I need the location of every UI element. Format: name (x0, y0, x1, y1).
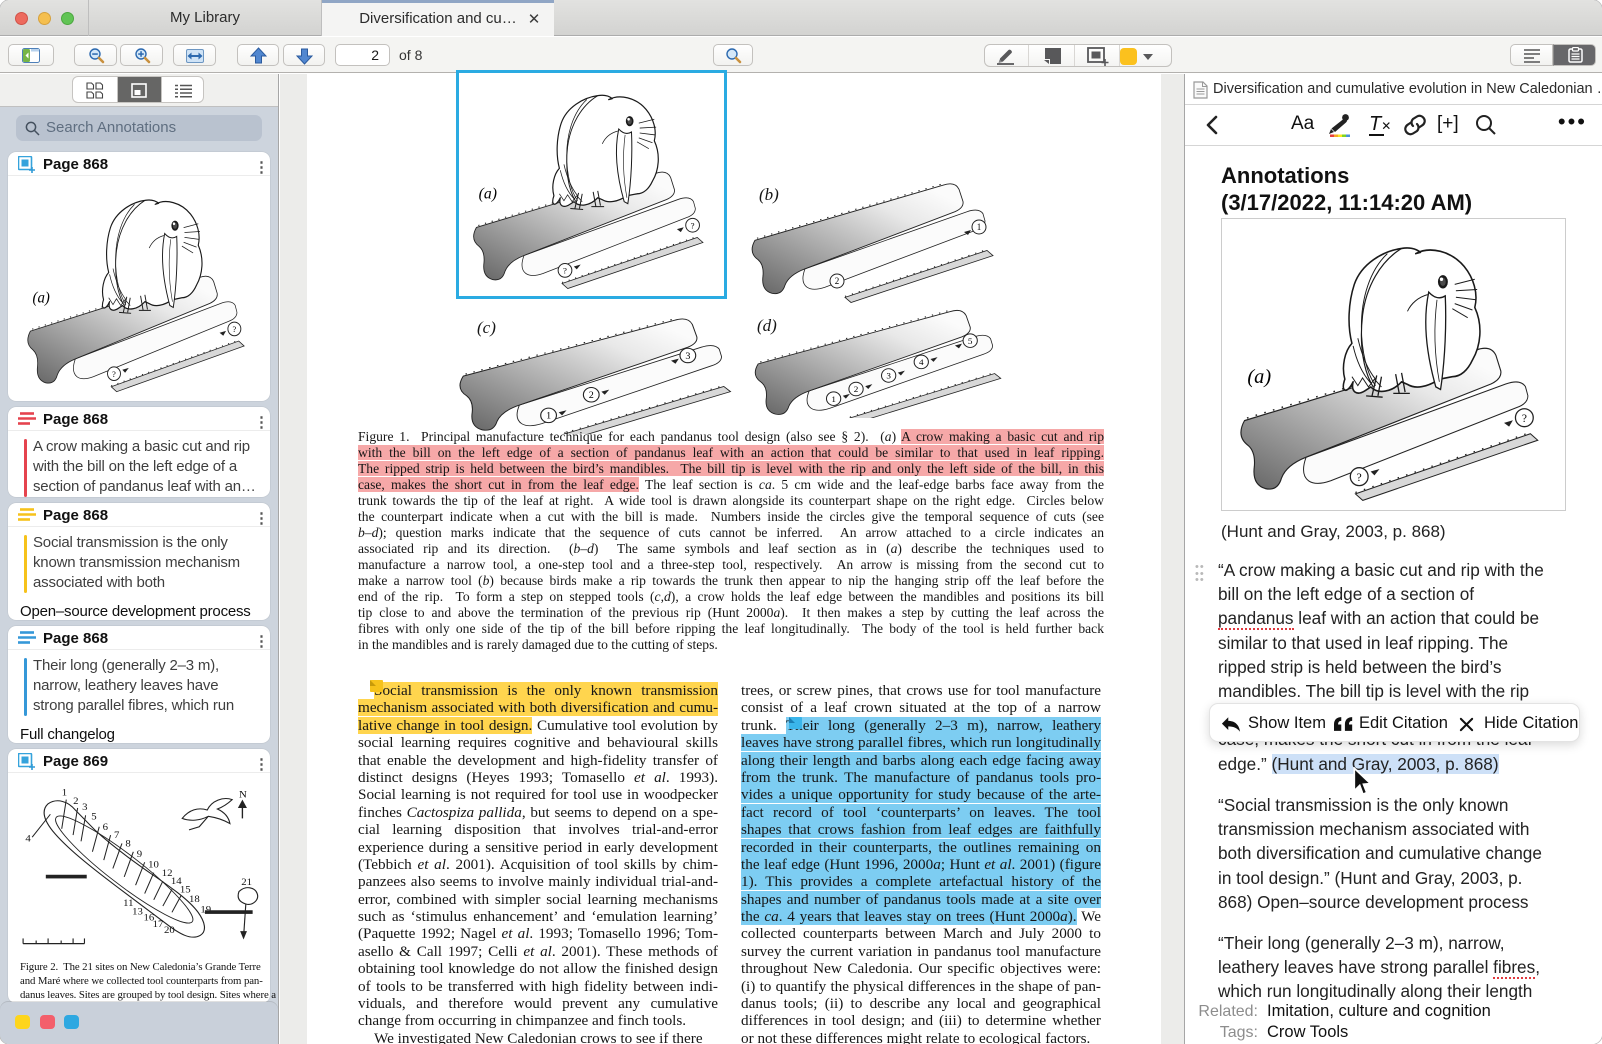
svg-text:1: 1 (977, 222, 982, 232)
svg-text:2: 2 (835, 276, 840, 286)
svg-text:1: 1 (546, 411, 551, 422)
svg-text:4: 4 (919, 357, 924, 367)
svg-text:5: 5 (968, 336, 973, 346)
svg-text:1: 1 (831, 394, 836, 404)
svg-text:3: 3 (886, 371, 891, 381)
svg-text:2: 2 (589, 390, 594, 401)
svg-text:2: 2 (854, 384, 859, 394)
svg-text:3: 3 (685, 351, 690, 362)
